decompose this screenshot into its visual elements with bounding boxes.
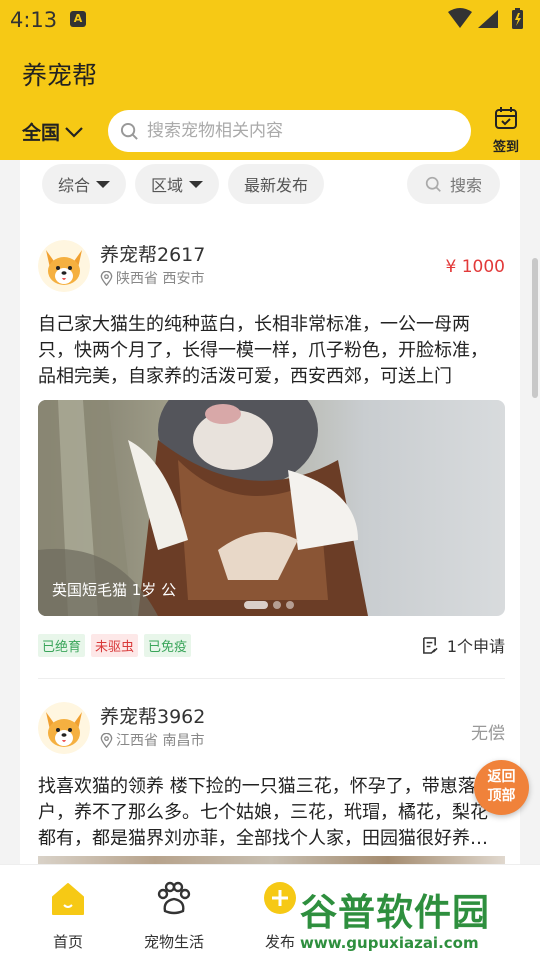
post-item[interactable]: 养宠帮2617 陕西省 西安市 ¥ 1000 自己家大猫生的纯种蓝白，长相非常标… [38, 240, 505, 680]
checkin-label: 签到 [492, 140, 519, 155]
tag-neutered: 已绝育 [38, 634, 86, 657]
watermark-title: 谷普软件园 [300, 891, 490, 934]
tab-home[interactable]: 首页 [13, 865, 123, 960]
watermark: 谷普软件园 www.gupuxiazai.com [300, 882, 538, 956]
filter-latest-label: 最新发布 [244, 176, 309, 195]
filter-search-button[interactable]: 搜索 [407, 164, 500, 204]
notification-icon: A [70, 11, 86, 27]
filter-bar: 综合 区域 最新发布 [42, 164, 333, 204]
app-header: 养宠帮 全国 签到 [0, 40, 540, 160]
watermark-url: www.gupuxiazai.com [300, 934, 479, 952]
tab-pet-life[interactable]: 宠物生活 [119, 865, 229, 960]
back-to-top-button[interactable]: 返回 顶部 [474, 760, 529, 815]
carousel-dot [286, 601, 294, 609]
checkin-button[interactable]: 签到 [484, 106, 528, 156]
filter-region[interactable]: 区域 [135, 164, 220, 204]
tag-dewormed: 未驱虫 [91, 634, 139, 657]
user-location-text: 江西省 南昌市 [116, 733, 205, 749]
home-icon [52, 883, 84, 915]
user-location: 陕西省 西安市 [100, 268, 204, 288]
post-text: 找喜欢猫的领养 楼下捡的一只猫三花，怀孕了，带崽落户，养不了那么多。七个姑娘，三… [38, 776, 488, 849]
filter-latest[interactable]: 最新发布 [228, 164, 325, 204]
calendar-check-icon [495, 107, 517, 129]
chevron-down-icon [65, 126, 83, 138]
status-bar: 4:13 A [0, 0, 540, 40]
back-to-top-line1: 返回 [487, 769, 516, 785]
tag-list: 已绝育 未驱虫 已免疫 [38, 634, 197, 657]
feed-card: 综合 区域 最新发布 搜索 养宠帮2617 陕西省 西安市 ¥ 1000 自己家… [20, 160, 520, 864]
filter-region-label: 区域 [151, 176, 184, 195]
triangle-down-icon [96, 180, 111, 188]
post-photo[interactable] [38, 856, 505, 864]
battery-icon [512, 8, 523, 29]
region-selector[interactable]: 全国 [22, 118, 84, 145]
plus-icon [264, 882, 296, 914]
app-title: 养宠帮 [22, 61, 98, 90]
triangle-down-icon [189, 180, 204, 188]
location-pin-icon [100, 732, 113, 748]
post-photo[interactable]: 英国短毛猫 1岁 公 [38, 400, 505, 616]
apply-count[interactable]: 1个申请 [421, 633, 505, 657]
status-time: 4:13 [10, 8, 58, 32]
scrollbar[interactable] [532, 258, 538, 398]
photo-caption: 英国短毛猫 1岁 公 [52, 581, 177, 599]
location-pin-icon [100, 270, 113, 286]
post-item[interactable]: 养宠帮3962 江西省 南昌市 无偿 找喜欢猫的领养 楼下捡的一只猫三花，怀孕了… [38, 702, 505, 864]
post-text: 自己家大猫生的纯种蓝白，长相非常标准，一公一母两只，快两个月了，长得一模一样，爪… [38, 314, 488, 387]
signal-icon [478, 10, 498, 28]
paw-icon [157, 881, 191, 915]
user-location: 江西省 南昌市 [100, 730, 204, 750]
filter-sort-label: 综合 [58, 176, 91, 195]
tab-pet-life-label: 宠物生活 [143, 933, 204, 951]
price: 无偿 [471, 724, 505, 744]
filter-sort[interactable]: 综合 [42, 164, 127, 204]
tag-vaccinated: 已免疫 [144, 634, 192, 657]
search-icon [425, 176, 441, 192]
apply-count-text: 1个申请 [446, 637, 505, 656]
carousel-dot-active [244, 601, 268, 609]
carousel-dot [273, 601, 281, 609]
back-to-top-line2: 顶部 [487, 788, 516, 804]
user-name: 养宠帮3962 [100, 706, 206, 728]
edit-note-icon [422, 636, 438, 654]
carousel-dots [244, 601, 299, 609]
wifi-icon [448, 8, 472, 28]
region-label: 全国 [22, 122, 61, 144]
price: ¥ 1000 [445, 257, 505, 277]
avatar[interactable] [38, 702, 90, 754]
avatar[interactable] [38, 240, 90, 292]
user-location-text: 陕西省 西安市 [116, 271, 205, 287]
search-input[interactable] [147, 121, 447, 141]
user-name: 养宠帮2617 [100, 244, 206, 266]
search-icon [120, 122, 138, 140]
tab-home-label: 首页 [52, 933, 83, 951]
status-icons [446, 8, 530, 34]
search-box[interactable] [108, 110, 471, 152]
post-divider [38, 678, 505, 679]
filter-search-label: 搜索 [449, 176, 482, 195]
